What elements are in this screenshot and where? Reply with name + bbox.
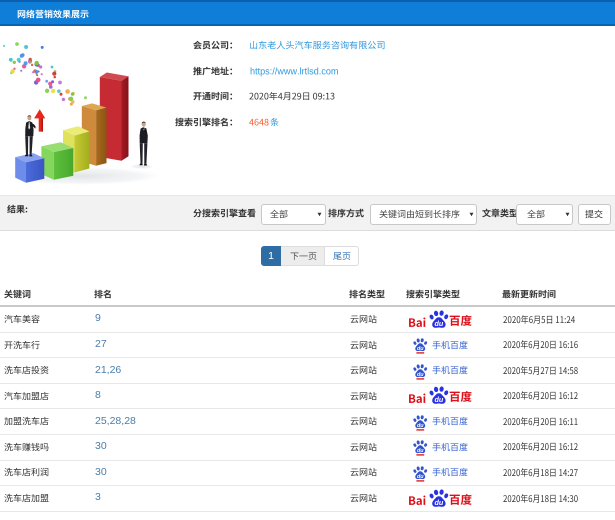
svg-text:du: du [417,448,424,454]
svg-text:du: du [435,498,444,507]
svg-text:du: du [417,473,424,479]
svg-text:du: du [417,422,424,428]
svg-text:du: du [435,396,444,405]
svg-text:du: du [435,319,444,328]
svg-text:du: du [417,346,424,352]
svg-text:du: du [417,371,424,377]
